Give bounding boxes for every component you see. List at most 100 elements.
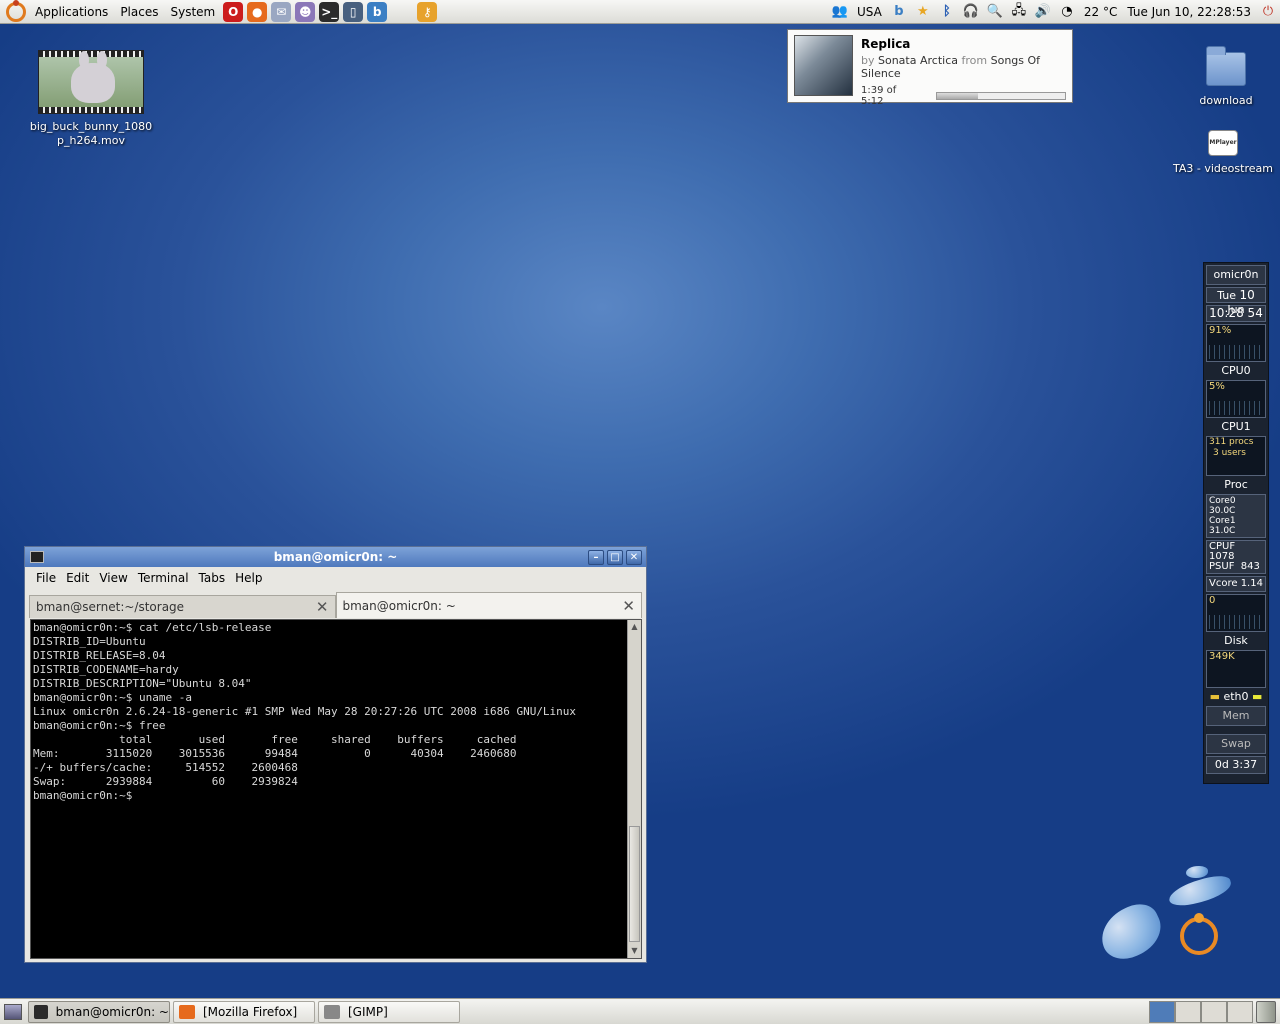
now-playing-notification[interactable]: Replica by Sonata Arctica from Songs Of … <box>787 29 1073 107</box>
workspace-switcher <box>1149 1000 1253 1023</box>
sensor-fans: CPUF 1078 PSUF 843 <box>1206 540 1266 574</box>
cpu0-label: CPU0 <box>1221 364 1251 377</box>
system-monitor: omicr0n Tue 10 Jun 10:28 54 91% CPU0 5% … <box>1203 262 1269 784</box>
menu-view[interactable]: View <box>99 571 127 585</box>
bottom-panel: bman@omicr0n: ~ [Mozilla Firefox] [GIMP] <box>0 998 1280 1024</box>
task-app-icon <box>324 1004 340 1019</box>
user-count: 3 users <box>1213 448 1246 458</box>
menu-edit[interactable]: Edit <box>66 571 89 585</box>
mplayer-icon: MPlayer <box>1208 130 1238 156</box>
taskbar-button[interactable]: [Mozilla Firefox] <box>173 1000 315 1023</box>
wallpaper-droplet <box>1092 897 1170 967</box>
artist-name: Sonata Arctica <box>878 54 958 67</box>
disk-value: 0 <box>1209 595 1216 606</box>
desktop-icon-videostream[interactable]: MPlayer TA3 - videostream <box>1172 130 1274 175</box>
workspace-3[interactable] <box>1201 1000 1227 1023</box>
desktop-icon-label: big_buck_bunny_1080p_h264.mov <box>29 120 153 147</box>
clock[interactable]: Tue Jun 10, 22:28:53 <box>1122 5 1256 19</box>
menu-system[interactable]: System <box>164 0 221 24</box>
mem-meter[interactable]: Mem <box>1206 706 1266 726</box>
menu-places[interactable]: Places <box>114 0 164 24</box>
window-title: bman@omicr0n: ~ <box>273 550 398 564</box>
user-switcher-icon[interactable]: 👥 <box>830 2 850 22</box>
cpu1-label: CPU1 <box>1221 420 1251 433</box>
bluetooth-icon[interactable]: ᛒ <box>937 2 957 22</box>
close-tab-icon[interactable]: ✕ <box>316 598 329 616</box>
close-tab-icon[interactable]: ✕ <box>622 597 635 615</box>
desktop-icon-video[interactable]: big_buck_bunny_1080p_h264.mov <box>26 50 156 148</box>
track-progress-fill <box>936 93 978 99</box>
key-icon[interactable]: ⚷ <box>417 1 438 22</box>
gk-date-num: 10 <box>1239 288 1255 302</box>
headset-icon[interactable]: 🎧 <box>961 2 981 22</box>
tab-sernet-storage[interactable]: bman@sernet:~/storage ✕ <box>29 595 336 618</box>
core1-temp: Core1 31.0C <box>1209 516 1236 536</box>
blog-icon[interactable]: b <box>367 1 388 22</box>
trash-icon[interactable] <box>1256 1000 1276 1023</box>
terminal-titlebar[interactable]: bman@omicr0n: ~ – □ ✕ <box>25 547 646 567</box>
taskbar-button[interactable]: bman@omicr0n: ~ <box>28 1000 170 1023</box>
terminal-screen[interactable]: bman@omicr0n:~$ cat /etc/lsb-release DIS… <box>30 619 642 959</box>
track-title: Replica <box>861 37 911 51</box>
logout-icon[interactable]: ⏻ <box>1258 2 1278 22</box>
keyboard-layout[interactable]: USA <box>852 5 887 19</box>
psu-fan: PSUF 843 <box>1209 561 1260 572</box>
temperature[interactable]: 22 °C <box>1079 5 1122 19</box>
scroll-up-arrow-icon[interactable]: ▲ <box>628 620 641 634</box>
firefox-icon[interactable]: ● <box>247 1 268 22</box>
volume-icon[interactable]: 🔊 <box>1033 2 1053 22</box>
track-progress-bar <box>935 92 1066 100</box>
terminal-menubar: File Edit View Terminal Tabs Help <box>25 567 646 589</box>
ubuntu-menu-icon[interactable] <box>6 0 26 22</box>
email-icon[interactable]: ✉ <box>271 1 292 22</box>
menu-applications[interactable]: Applications <box>29 0 114 24</box>
taskbar-button[interactable]: [GIMP] <box>318 1000 460 1023</box>
maximize-button[interactable]: □ <box>607 549 623 565</box>
star-icon[interactable]: ★ <box>913 2 933 22</box>
core0-temp: Core0 30.0C <box>1209 496 1236 516</box>
terminal-icon[interactable]: >_ <box>319 1 340 22</box>
disk-chart: 0 <box>1206 594 1266 632</box>
proc-label: Proc <box>1224 478 1248 491</box>
network-icon[interactable]: 🖧 <box>1009 2 1029 22</box>
scroll-down-arrow-icon[interactable]: ▼ <box>628 944 641 958</box>
pidgin-icon[interactable]: ☻ <box>295 1 316 22</box>
menu-file[interactable]: File <box>36 571 56 585</box>
blog-tray-icon[interactable]: b <box>889 2 909 22</box>
tab-label: bman@omicr0n: ~ <box>342 598 456 613</box>
net-interface: eth0 <box>1223 690 1249 703</box>
gk-time: 10:28 54 <box>1206 305 1266 322</box>
menu-tabs[interactable]: Tabs <box>199 571 226 585</box>
swap-meter[interactable]: Swap <box>1206 734 1266 754</box>
desktop-icon-download[interactable]: download <box>1188 46 1264 107</box>
gk-hostname: omicr0n <box>1206 265 1266 285</box>
top-panel: Applications Places System O ● ✉ ☻ >_ ▯ b ⚷ 👥 U… <box>0 0 1280 24</box>
track-position: 1:39 of 5:12 <box>861 85 897 107</box>
scroll-thumb[interactable] <box>629 826 640 942</box>
terminal-window[interactable]: bman@omicr0n: ~ – □ ✕ File Edit View Ter… <box>24 546 647 963</box>
terminal-scrollbar[interactable]: ▲ ▼ <box>627 620 641 958</box>
opera-icon[interactable]: O <box>223 1 244 22</box>
tab-omicron-home[interactable]: bman@omicr0n: ~ ✕ <box>335 592 642 618</box>
workspace-1[interactable] <box>1149 1000 1175 1023</box>
menu-terminal[interactable]: Terminal <box>138 571 189 585</box>
show-desktop-icon[interactable] <box>4 1003 22 1020</box>
vcore: Vcore 1.14 <box>1206 576 1266 592</box>
search-icon[interactable]: 🔍 <box>985 2 1005 22</box>
cpu-fan: CPUF 1078 <box>1209 541 1236 562</box>
system-tray: 👥 USA b ★ ᛒ 🎧 🔍 🖧 🔊 ◔ 22 °C Tue Jun 10, … <box>828 2 1280 22</box>
phone-icon[interactable]: ▯ <box>343 1 364 22</box>
terminal-output[interactable]: bman@omicr0n:~$ cat /etc/lsb-release DIS… <box>33 621 627 957</box>
task-label: [GIMP] <box>348 1004 388 1019</box>
weather-icon: ◔ <box>1061 4 1073 19</box>
launcher-bar: O ● ✉ ☻ >_ ▯ b ⚷ <box>221 1 439 22</box>
close-button[interactable]: ✕ <box>626 549 642 565</box>
proc-chart: 311 procs 3 users <box>1206 436 1266 476</box>
minimize-button[interactable]: – <box>588 549 604 565</box>
sensor-cores: Core0 30.0C Core1 31.0C <box>1206 494 1266 538</box>
workspace-4[interactable] <box>1227 1000 1253 1023</box>
wallpaper-droplet <box>1186 866 1208 878</box>
workspace-2[interactable] <box>1175 1000 1201 1023</box>
menu-help[interactable]: Help <box>235 571 262 585</box>
video-thumbnail <box>38 50 144 114</box>
